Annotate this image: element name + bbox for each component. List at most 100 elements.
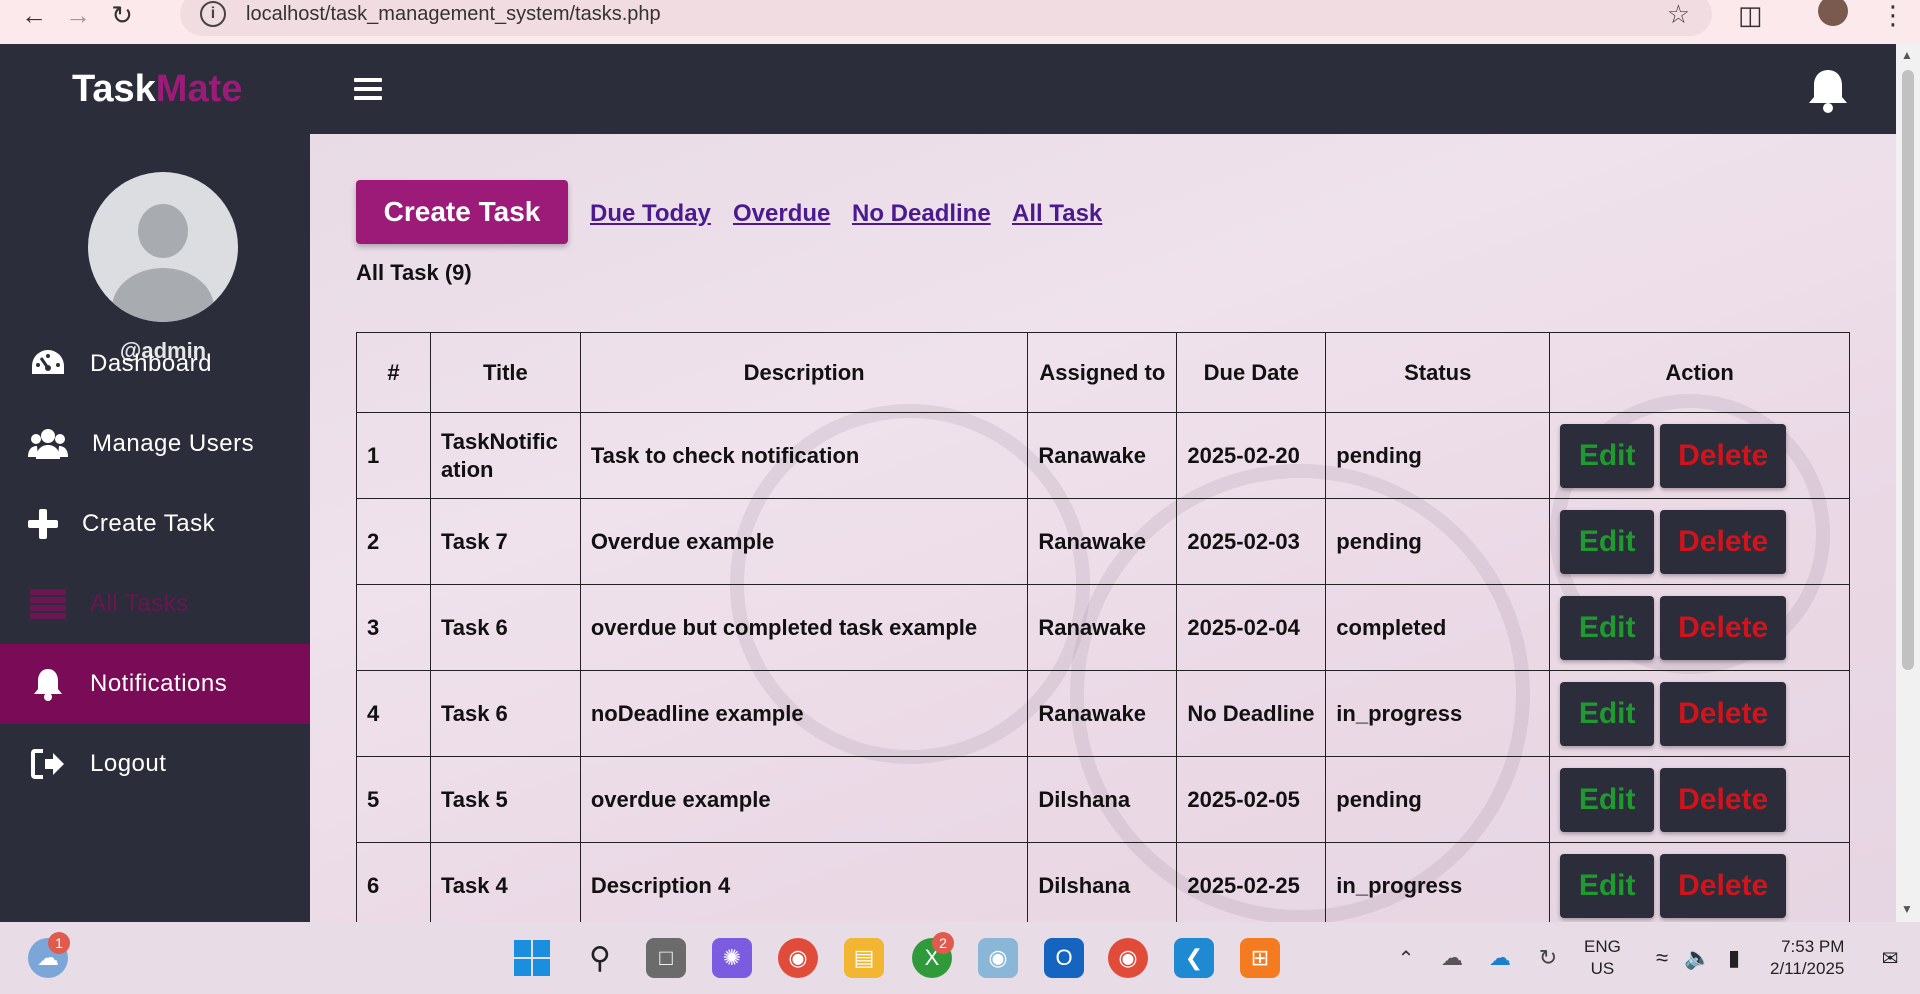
site-info-icon[interactable]: i (200, 1, 226, 27)
sidebar-item-manage-users[interactable]: Manage Users (0, 404, 310, 484)
table-row: 3 Task 6 overdue but completed task exam… (356, 584, 1850, 671)
scroll-down-arrow-icon[interactable]: ▼ (1901, 902, 1913, 916)
sidebar-item-label: Dashboard (90, 350, 212, 377)
bell-icon (28, 666, 68, 702)
logo-text-mate: Mate (155, 68, 243, 110)
scroll-up-arrow-icon[interactable]: ▲ (1901, 48, 1913, 62)
logout-icon (28, 746, 68, 782)
tasks-table: # Title Description Assigned to Due Date… (356, 332, 1850, 922)
sidebar-item-create-task[interactable]: Create Task (0, 484, 310, 564)
xampp-icon[interactable]: ⊞ (1240, 938, 1280, 978)
column-header: Status (1325, 332, 1551, 413)
extensions-icon[interactable]: ◫ (1738, 0, 1763, 31)
plus-icon (24, 506, 62, 542)
onedrive-icon[interactable]: ☁ (1480, 938, 1520, 978)
cell-number: 5 (356, 756, 431, 843)
chrome-icon[interactable]: ◉ (778, 938, 818, 978)
edit-button[interactable]: Edit (1560, 681, 1655, 746)
back-arrow-icon[interactable]: ← (14, 0, 54, 35)
sidebar-item-all-tasks[interactable]: All Tasks (0, 564, 310, 644)
section-title: All Task (9) (356, 260, 472, 285)
battery-icon[interactable]: ▮ (1714, 938, 1754, 978)
cell-description: overdue example (579, 756, 1029, 843)
edit-button[interactable]: Edit (1560, 509, 1655, 574)
filter-no-deadline-link[interactable]: No Deadline (852, 200, 991, 228)
sidebar-item-logout[interactable]: Logout (0, 724, 310, 804)
cell-description: Description 4 (579, 842, 1029, 922)
cell-description: Overdue example (579, 498, 1029, 585)
vscode-icon[interactable]: ❮ (1174, 938, 1214, 978)
notification-center-icon[interactable]: ✉ (1870, 938, 1910, 978)
cell-assigned: Ranawake (1027, 498, 1178, 585)
chevron-up-icon[interactable]: ⌃ (1386, 938, 1426, 978)
delete-button[interactable]: Delete (1660, 681, 1787, 746)
filter-overdue-link[interactable]: Overdue (733, 200, 830, 228)
reload-icon[interactable]: ↻ (102, 0, 142, 35)
cell-number: 6 (356, 842, 431, 922)
browser-profile-avatar[interactable] (1818, 0, 1848, 26)
sidebar-item-label: All Tasks (90, 590, 189, 617)
sidebar-item-label: Notifications (90, 670, 228, 697)
user-avatar (88, 172, 238, 322)
app-icon[interactable]: ◉ (978, 938, 1018, 978)
cell-due-date: 2025-02-04 (1176, 584, 1327, 671)
volume-icon[interactable]: 🔈 (1678, 938, 1718, 978)
scroll-thumb[interactable] (1902, 70, 1914, 670)
cell-due-date: 2025-02-25 (1176, 842, 1327, 922)
cell-status: pending (1325, 498, 1551, 585)
delete-button[interactable]: Delete (1660, 767, 1787, 832)
edit-button[interactable]: Edit (1560, 595, 1655, 660)
table-row: 2 Task 7 Overdue example Ranawake 2025-0… (356, 498, 1850, 585)
delete-button[interactable]: Delete (1660, 595, 1787, 660)
cell-due-date: 2025-02-05 (1176, 756, 1327, 843)
cloud-error-icon[interactable]: ☁ (1432, 938, 1472, 978)
column-header: Description (579, 332, 1029, 413)
file-explorer-icon[interactable]: ▤ (844, 938, 884, 978)
cell-status: completed (1325, 584, 1551, 671)
cell-title: TaskNotification (429, 412, 581, 499)
browser-menu-icon[interactable]: ⋮ (1880, 0, 1906, 31)
table-row: 1 TaskNotification Task to check notific… (356, 412, 1850, 499)
hamburger-menu-icon[interactable] (354, 78, 382, 105)
cell-status: pending (1325, 412, 1551, 499)
edit-button[interactable]: Edit (1560, 853, 1655, 918)
windows-start-icon[interactable] (512, 938, 552, 978)
app-logo[interactable]: TaskMate (72, 68, 242, 111)
delete-button[interactable]: Delete (1660, 423, 1787, 488)
cell-actions: Edit Delete (1549, 412, 1850, 499)
main-content: Create Task Due Today Overdue No Deadlin… (310, 134, 1896, 922)
language-indicator[interactable]: ENG US (1584, 936, 1621, 980)
cell-title: Task 6 (429, 584, 581, 671)
address-bar[interactable]: i localhost/task_management_system/tasks… (180, 0, 1712, 36)
sync-icon[interactable]: ↻ (1528, 938, 1568, 978)
create-task-button[interactable]: Create Task (356, 180, 568, 244)
url-text: localhost/task_management_system/tasks.p… (246, 2, 661, 25)
delete-button[interactable]: Delete (1660, 509, 1787, 574)
task-view-icon[interactable]: □ (646, 938, 686, 978)
sidebar-item-notifications[interactable]: Notifications (0, 644, 310, 724)
filter-all-task-link[interactable]: All Task (1012, 200, 1102, 228)
wifi-icon[interactable]: ≈ (1642, 938, 1682, 978)
outlook-icon[interactable]: O (1044, 938, 1084, 978)
edit-button[interactable]: Edit (1560, 767, 1655, 832)
page-scrollbar[interactable]: ▲ ▼ (1896, 44, 1920, 922)
edit-button[interactable]: Edit (1560, 423, 1655, 488)
sidebar-item-dashboard[interactable]: Dashboard (0, 324, 310, 404)
cell-description: noDeadline example (579, 670, 1029, 757)
clock-date: 2/11/2025 (1770, 959, 1845, 979)
cell-assigned: Dilshana (1027, 842, 1178, 922)
delete-button[interactable]: Delete (1660, 853, 1787, 918)
copilot-icon[interactable]: ✺ (712, 938, 752, 978)
forward-arrow-icon[interactable]: → (58, 0, 98, 35)
cell-actions: Edit Delete (1549, 756, 1850, 843)
cell-description: overdue but completed task example (579, 584, 1029, 671)
cell-status: in_progress (1325, 670, 1551, 757)
bookmark-star-icon[interactable]: ☆ (1667, 0, 1690, 30)
notification-bell-icon[interactable] (1806, 66, 1850, 114)
cell-assigned: Dilshana (1027, 756, 1178, 843)
column-header: Assigned to (1027, 332, 1178, 413)
search-icon[interactable]: ⚲ (580, 938, 620, 978)
clock[interactable]: 7:53 PM 2/11/2025 (1770, 936, 1844, 980)
filter-due-today-link[interactable]: Due Today (590, 200, 711, 228)
chrome-active-icon[interactable]: ◉ (1108, 938, 1148, 978)
